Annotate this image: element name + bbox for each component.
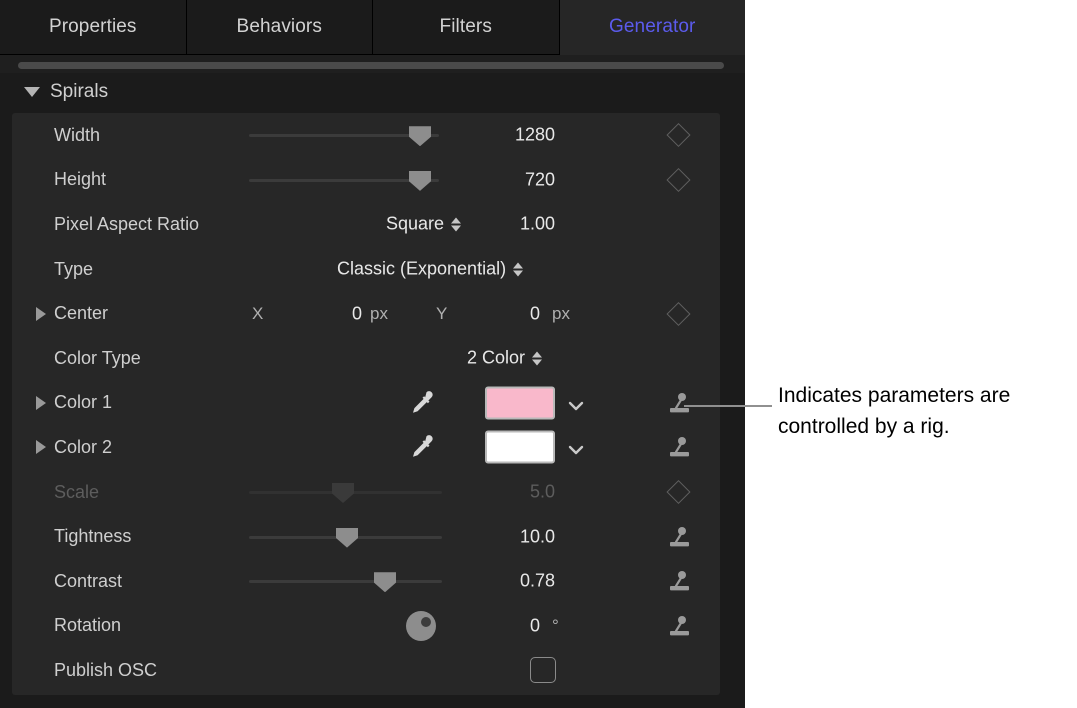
rig-indicator-icon-rotation[interactable] [667, 613, 693, 639]
param-value-rotation[interactable]: 0 [455, 615, 540, 636]
row-tightness: Tightness 10.0 [12, 514, 720, 559]
param-value-width[interactable]: 1280 [455, 125, 555, 146]
row-publish-osc: Publish OSC [12, 648, 720, 693]
row-width: Width 1280 [12, 113, 720, 158]
popup-pixel-aspect-ratio[interactable]: Square [386, 213, 462, 235]
chevron-down-icon-color-2[interactable] [568, 442, 584, 455]
center-x-value[interactable]: 0 [302, 303, 362, 324]
chevron-down-icon-color-1[interactable] [568, 398, 584, 411]
checkbox-publish-osc[interactable] [530, 657, 556, 684]
param-label-height: Height [54, 169, 107, 190]
param-value-pixel-aspect-ratio[interactable]: 1.00 [455, 214, 555, 235]
param-label-type: Type [54, 258, 94, 279]
param-label-width: Width [54, 124, 101, 145]
disclosure-triangle-right-icon[interactable] [34, 395, 48, 410]
rotation-dial-indicator [421, 616, 431, 627]
disclosure-triangle-right-icon[interactable] [34, 440, 48, 455]
up-down-arrows-icon[interactable] [532, 351, 543, 366]
tab-generator[interactable]: Generator [559, 0, 745, 55]
row-color-1: Color 1 [12, 381, 720, 426]
rotation-dial[interactable] [406, 610, 436, 641]
keyframe-diamond-icon-center[interactable] [666, 301, 691, 326]
rig-indicator-icon-color-2[interactable] [667, 434, 693, 460]
tab-filters[interactable]: Filters [373, 0, 560, 55]
tab-properties[interactable]: Properties [0, 0, 187, 55]
row-height: Height 720 [12, 158, 720, 203]
row-color-type: Color Type 2 Color [12, 336, 720, 381]
param-label-pixel-aspect-ratio: Pixel Aspect Ratio [54, 213, 200, 234]
rig-indicator-icon-contrast[interactable] [667, 568, 693, 594]
param-label-color-type: Color Type [54, 347, 141, 368]
row-pixel-aspect-ratio: Pixel Aspect Ratio Square 1.00 [12, 202, 720, 247]
row-rotation: Rotation 0 ° [12, 604, 720, 649]
slider-thumb-scale [332, 483, 354, 504]
row-contrast: Contrast 0.78 [12, 559, 720, 604]
param-label-tightness: Tightness [54, 526, 132, 547]
up-down-arrows-icon[interactable] [513, 262, 524, 277]
callout-text: Indicates parameters are controlled by a… [778, 384, 1011, 438]
popup-value-type: Classic (Exponential) [337, 258, 507, 279]
slider-thumb-height[interactable] [409, 170, 431, 191]
horizontal-scrollbar[interactable] [18, 62, 724, 69]
param-label-center: Center [54, 303, 109, 324]
param-label-contrast: Contrast [54, 570, 123, 591]
row-scale: Scale 5.0 [12, 470, 720, 515]
popup-color-type[interactable]: 2 Color [467, 347, 543, 369]
param-label-publish-osc: Publish OSC [54, 659, 158, 680]
inspector-panel: Properties Behaviors Filters Generator S… [0, 0, 745, 708]
rotation-unit-degrees: ° [552, 615, 559, 635]
center-x-axis-label: X [252, 303, 264, 323]
slider-thumb-tightness[interactable] [336, 527, 358, 548]
color-swatch-color-1[interactable] [485, 386, 555, 420]
param-label-rotation: Rotation [54, 615, 122, 636]
inspector-tab-bar: Properties Behaviors Filters Generator [0, 0, 745, 55]
parameter-list: Width 1280 Height 720 Pixel Aspect Ratio… [12, 113, 720, 695]
slider-height[interactable] [249, 169, 439, 191]
param-value-contrast[interactable]: 0.78 [455, 571, 555, 592]
rig-indicator-icon-tightness[interactable] [667, 524, 693, 550]
keyframe-diamond-icon-scale[interactable] [666, 480, 691, 505]
slider-scale [249, 481, 442, 504]
disclosure-triangle-right-icon[interactable] [34, 306, 48, 321]
center-y-axis-label: Y [436, 303, 448, 323]
rig-indicator-icon-color-1[interactable] [667, 390, 693, 416]
popup-value-pixel-aspect-ratio: Square [386, 213, 445, 234]
center-x-unit: px [370, 303, 388, 323]
popup-type[interactable]: Classic (Exponential) [337, 258, 524, 280]
param-label-color-1: Color 1 [54, 392, 113, 413]
popup-value-color-type: 2 Color [467, 347, 526, 368]
param-value-scale: 5.0 [529, 481, 555, 502]
row-type: Type Classic (Exponential) [12, 247, 720, 292]
center-y-unit: px [552, 303, 570, 323]
eyedropper-icon-color-2[interactable] [406, 432, 436, 462]
slider-thumb-contrast[interactable] [374, 572, 396, 593]
row-center: Center X 0 px Y 0 px [12, 291, 720, 336]
disclosure-triangle-down-icon[interactable] [24, 87, 40, 97]
eyedropper-icon-color-1[interactable] [406, 388, 436, 418]
keyframe-diamond-icon-width[interactable] [666, 123, 691, 148]
group-header-spirals[interactable]: Spirals [0, 73, 745, 111]
param-value-height[interactable]: 720 [455, 169, 555, 190]
keyframe-diamond-icon-height[interactable] [666, 167, 691, 192]
param-label-color-2: Color 2 [54, 436, 113, 457]
slider-tightness[interactable] [249, 526, 442, 548]
slider-width[interactable] [249, 124, 439, 147]
tab-behaviors[interactable]: Behaviors [186, 0, 373, 55]
slider-contrast[interactable] [249, 570, 442, 593]
group-title: Spirals [50, 81, 109, 102]
color-swatch-color-2[interactable] [485, 430, 555, 464]
callout-leader-line [684, 405, 772, 407]
param-value-tightness[interactable]: 10.0 [455, 526, 555, 547]
center-y-value[interactable]: 0 [480, 303, 540, 324]
param-label-scale: Scale [54, 481, 100, 502]
slider-thumb-width[interactable] [409, 126, 431, 147]
row-color-2: Color 2 [12, 425, 720, 470]
